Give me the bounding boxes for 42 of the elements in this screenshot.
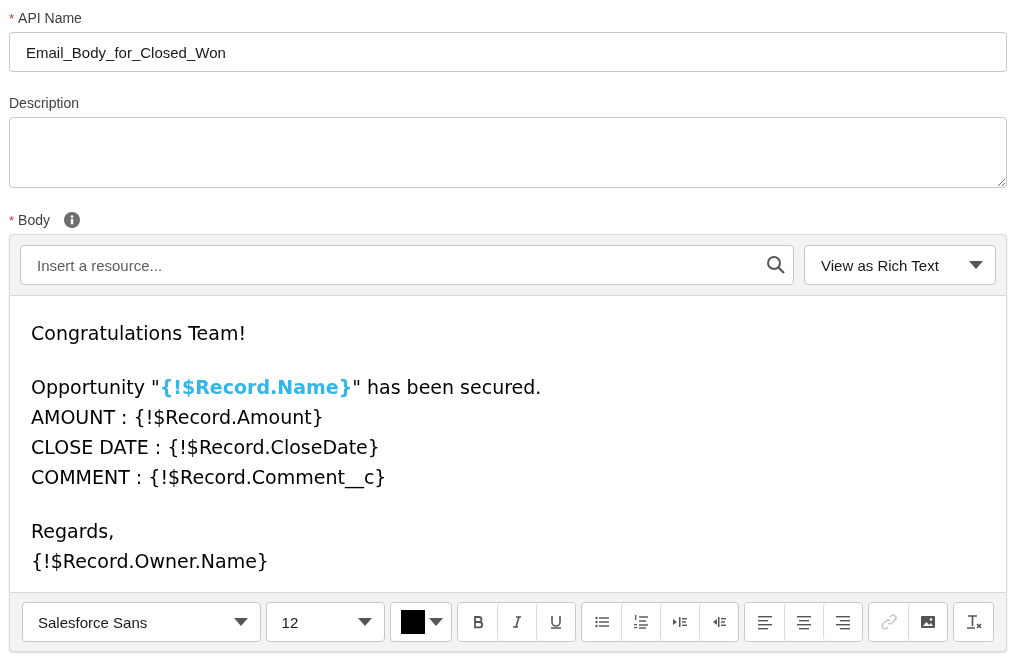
caret-icon bbox=[429, 618, 443, 626]
outdent-button[interactable] bbox=[699, 603, 738, 641]
underline-icon bbox=[548, 614, 564, 630]
body-text-line: CLOSE DATE : {!$Record.CloseDate} bbox=[31, 435, 381, 460]
font-size-dropdown[interactable]: 12 bbox=[265, 602, 385, 642]
resource-search-field[interactable]: Insert a resource... bbox=[20, 245, 794, 285]
caret-icon bbox=[233, 618, 248, 626]
text-color-picker[interactable] bbox=[389, 602, 452, 642]
align-left-icon bbox=[756, 614, 773, 630]
caret-icon bbox=[357, 618, 372, 626]
body-text-line: AMOUNT : {!$Record.Amount} bbox=[31, 405, 325, 430]
align-right-button[interactable] bbox=[823, 603, 862, 641]
body-text-line: COMMENT : {!$Record.Comment__c} bbox=[31, 465, 388, 491]
bulleted-list-icon bbox=[593, 614, 610, 630]
body-text-line: Opportunity "{!$Record.Name}" has been secured. bbox=[31, 375, 543, 400]
indent-icon bbox=[672, 614, 688, 630]
required-asterisk: * bbox=[9, 212, 15, 228]
image-icon bbox=[920, 614, 936, 630]
api-name-field[interactable]: Email_Body_for_Closed_Won bbox=[9, 32, 1007, 72]
clear-formatting-button[interactable] bbox=[954, 603, 993, 641]
info-icon[interactable] bbox=[64, 212, 80, 228]
align-right-icon bbox=[835, 614, 851, 630]
field-label: API Name bbox=[18, 10, 82, 26]
outdent-icon bbox=[711, 614, 727, 630]
body-text-line: Congratulations Team! bbox=[31, 321, 248, 346]
editor-content-area[interactable]: Congratulations Team! Opportunity "{!$Record.Name}" has been secured. AMOUNT : {!$Record.Amount} CLOSE DATE : {!$Record.CloseDate} COMMENT : {!$Record.Comment__c} Regards, {!$Record.Owner.Name} bbox=[10, 295, 1006, 593]
required-asterisk: * bbox=[9, 10, 15, 26]
link-icon bbox=[880, 614, 897, 630]
field-label: Description bbox=[9, 95, 80, 111]
caret-icon bbox=[969, 261, 983, 269]
search-icon bbox=[766, 255, 786, 275]
body-text-line: Regards, bbox=[31, 519, 116, 544]
font-family-dropdown[interactable]: Salesforce Sans bbox=[22, 602, 261, 642]
description-field[interactable] bbox=[9, 117, 1007, 188]
align-center-icon bbox=[796, 614, 812, 630]
body-text-line: {!$Record.Owner.Name} bbox=[31, 549, 270, 574]
image-button[interactable] bbox=[908, 603, 947, 641]
view-mode-dropdown[interactable]: View as Rich Text bbox=[804, 245, 996, 285]
numbered-list-icon bbox=[633, 614, 649, 630]
underline-button[interactable] bbox=[536, 603, 575, 641]
field-label: Body bbox=[18, 212, 50, 228]
clear-formatting-icon bbox=[965, 614, 982, 630]
